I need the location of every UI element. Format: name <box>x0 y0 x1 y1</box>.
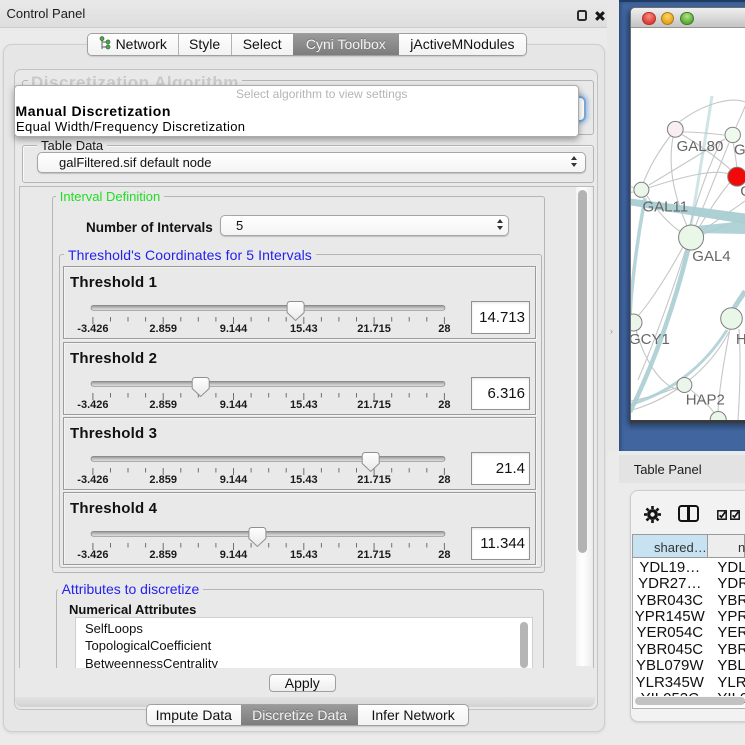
svg-text:HAP2: HAP2 <box>686 391 725 408</box>
svg-text:GCY1: GCY1 <box>631 331 670 348</box>
svg-text:GAL11: GAL11 <box>643 199 689 216</box>
svg-text:HI: HI <box>736 331 745 348</box>
svg-text:G: G <box>740 183 745 200</box>
svg-text:GA: GA <box>734 142 745 159</box>
svg-text:GAL4: GAL4 <box>692 248 730 265</box>
svg-text:GAL80: GAL80 <box>677 138 724 155</box>
